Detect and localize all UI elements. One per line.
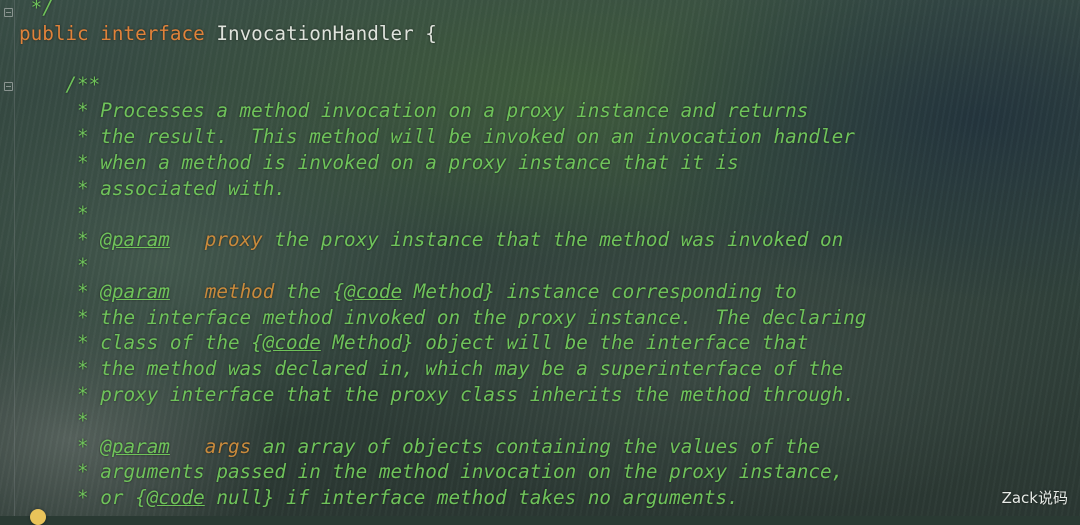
fold-marker-icon[interactable] [4,82,13,91]
comment-token: * the interface method invoked on the pr… [19,305,867,329]
comment-token: an array of objects containing the value… [251,434,820,458]
code-line[interactable]: * Processes a method invocation on a pro… [19,98,1080,124]
plain-token: { [413,21,437,45]
fold-marker-icon[interactable] [4,8,13,17]
comment-token: * arguments passed in the method invocat… [19,460,844,484]
param-name-token: proxy [204,228,263,252]
comment-token [170,280,205,303]
comment-token: * [19,408,89,432]
comment-token: * when a method is invoked on a proxy in… [19,150,739,174]
code-line[interactable]: /** [19,72,1080,98]
keyword-token: interface [100,21,205,45]
editor-gutter [0,0,15,516]
comment-token: * [19,202,89,226]
code-line[interactable]: * the result. This method will be invoke… [19,124,1080,150]
comment-token: null} if interface method takes no argum… [204,486,739,510]
comment-token: * or { [19,486,147,510]
code-line[interactable]: * or {@code null} if interface method ta… [19,485,1080,511]
code-line[interactable]: * [19,253,1080,279]
code-line[interactable]: * when a method is invoked on a proxy in… [19,150,1080,176]
code-line[interactable]: * proxy interface that the proxy class i… [19,382,1080,408]
code-line[interactable]: * [19,408,1080,434]
keyword-token: public [19,21,89,45]
code-line[interactable]: * associated with. [19,176,1080,202]
javadoc-tag-token: @code [262,331,321,355]
comment-token: Method} object will be the interface tha… [320,331,809,355]
comment-token: * [19,228,101,252]
code-line[interactable]: public interface InvocationHandler { [19,21,1080,47]
watermark: Zack说码 [1001,489,1068,507]
comment-token: the proxy instance that the method was i… [262,228,844,252]
javadoc-tag-token: @param [100,279,170,303]
comment-token: * associated with. [19,176,286,200]
comment-token: * proxy interface that the proxy class i… [19,382,855,406]
javadoc-tag-token: @code [344,279,403,303]
code-line[interactable]: * the interface method invoked on the pr… [19,305,1080,331]
comment-token: */ [19,0,54,19]
comment-token: * [19,434,101,458]
comment-token: * Processes a method invocation on a pro… [19,99,809,123]
comment-token [170,435,205,458]
javadoc-tag-token: @param [100,434,170,458]
comment-token: the { [274,279,345,303]
comment-token: Method} instance corresponding to [402,279,797,303]
param-name-token: args [204,434,252,458]
code-line[interactable] [19,47,1080,73]
lightbulb-icon[interactable] [30,509,46,525]
comment-token: * class of the { [19,331,263,355]
code-editor[interactable]: */ public interface InvocationHandler { /… [19,0,1080,511]
comment-token: * the result. This method will be invoke… [19,124,855,148]
javadoc-tag-token: @code [146,486,205,510]
code-line[interactable]: * [19,201,1080,227]
code-line[interactable]: * @param method the {@code Method} insta… [19,279,1080,305]
param-name-token: method [204,279,275,303]
comment-token: * [19,253,89,277]
identifier-token: InvocationHandler [216,21,414,45]
code-line[interactable]: */ [19,0,1080,21]
code-line[interactable]: * the method was declared in, which may … [19,356,1080,382]
code-line[interactable]: * @param args an array of objects contai… [19,434,1080,460]
comment-token: * [19,279,101,303]
comment-token: * the method was declared in, which may … [19,357,844,381]
code-line[interactable]: * arguments passed in the method invocat… [19,459,1080,485]
code-line[interactable]: * @param proxy the proxy instance that t… [19,227,1080,253]
code-line[interactable]: * class of the {@code Method} object wil… [19,330,1080,356]
comment-token: /** [19,73,101,97]
javadoc-tag-token: @param [100,228,170,252]
comment-token [170,228,205,251]
